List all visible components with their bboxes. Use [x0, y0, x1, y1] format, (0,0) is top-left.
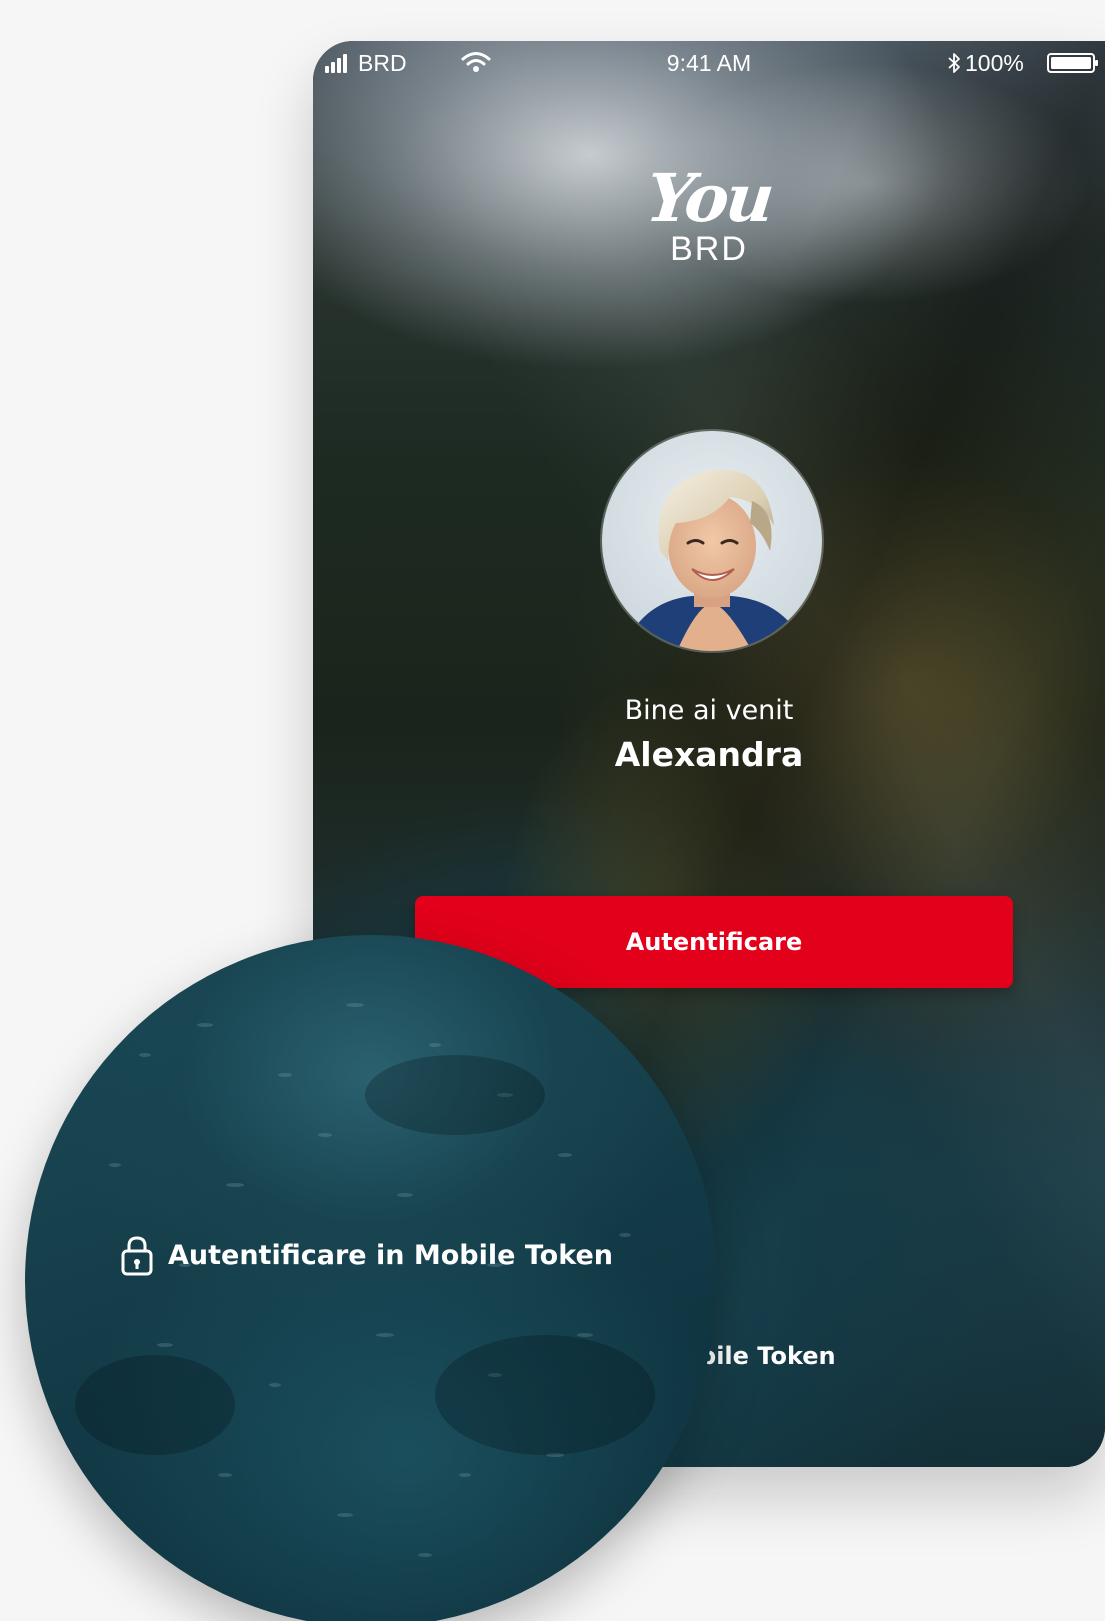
welcome-text: Bine ai venit	[624, 695, 794, 726]
avatar	[602, 431, 822, 651]
lock-icon	[121, 1236, 153, 1276]
presentation-stage: BRD 9:41 AM 100% You BRD Bine ai venit A…	[0, 0, 1105, 1621]
zoom-magnifier: Autentificare in Mobile Token	[25, 935, 717, 1621]
avatar-photo	[602, 431, 822, 651]
mobile-token-label: Autentificare in Mobile Token	[168, 1240, 613, 1271]
mobile-token-link-zoomed[interactable]: Autentificare in Mobile Token	[120, 1235, 613, 1277]
bluetooth-icon	[948, 53, 960, 73]
water-texture	[75, 1003, 655, 1557]
welcome-greeting: Bine ai venit Alexandra	[313, 691, 1105, 779]
user-name: Alexandra	[614, 735, 804, 774]
battery-percent: 100%	[965, 50, 1024, 76]
status-bar: BRD 9:41 AM 100%	[313, 41, 1105, 85]
battery-icon	[1047, 53, 1098, 73]
logo-wordmark: You	[642, 159, 776, 237]
brand-logo: You BRD	[313, 159, 1105, 269]
